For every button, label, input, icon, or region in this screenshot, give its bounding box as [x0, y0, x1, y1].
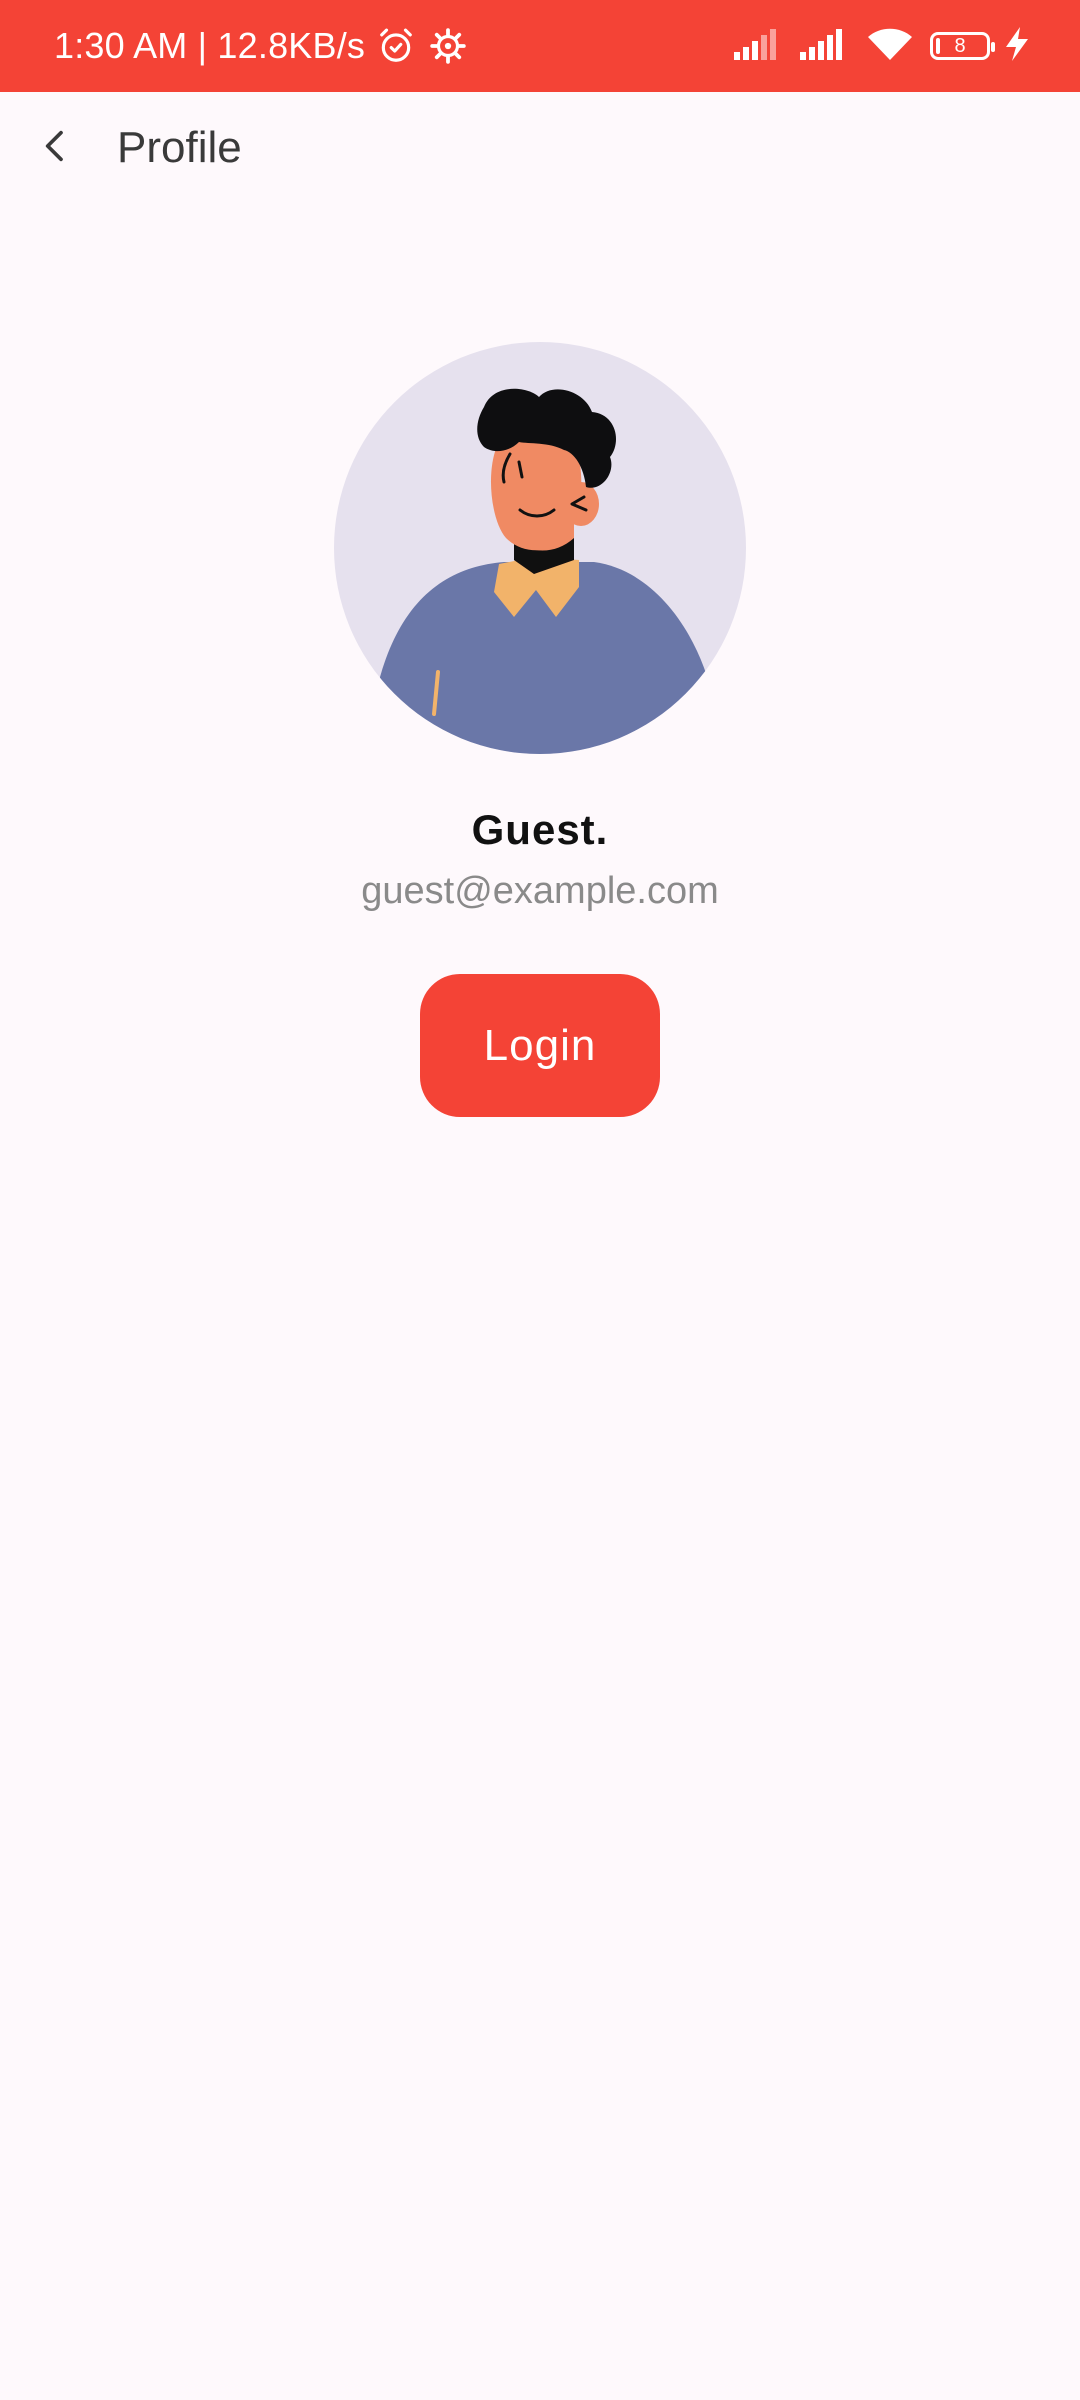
alarm-icon [375, 25, 417, 67]
chevron-left-icon [45, 130, 63, 162]
status-right: 8 [734, 0, 1028, 92]
login-button[interactable]: Login [420, 974, 660, 1117]
avatar [334, 342, 746, 754]
settings-icon [427, 25, 469, 67]
battery-level: 8 [954, 34, 966, 57]
person-avatar-illustration [374, 388, 714, 754]
signal-2-icon [800, 28, 850, 65]
page-title: Profile [117, 123, 242, 172]
profile-email: guest@example.com [361, 870, 719, 912]
back-button[interactable] [20, 110, 92, 182]
wifi-icon [866, 26, 914, 67]
battery-fill [936, 38, 940, 54]
profile-name: Guest. [471, 806, 609, 853]
top-app-bar: Profile [0, 92, 1080, 204]
charging-icon [1006, 26, 1028, 66]
status-bar: 1:30 AM | 12.8KB/s 8 [0, 0, 1080, 92]
battery-icon: 8 [930, 32, 995, 60]
signal-1-icon [734, 28, 784, 65]
status-left: 1:30 AM | 12.8KB/s [54, 0, 469, 92]
status-time: 1:30 AM | 12.8KB/s [54, 25, 366, 66]
